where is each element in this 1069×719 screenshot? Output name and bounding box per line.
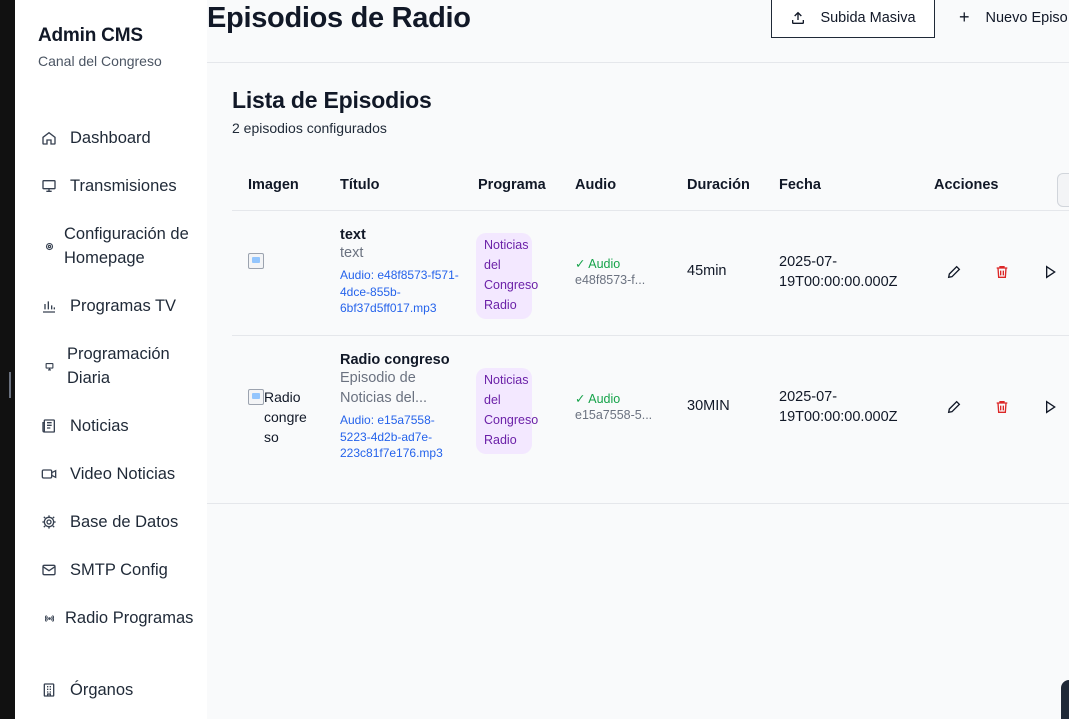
audio-status: ✓ Audio — [575, 392, 621, 406]
audio-filename: Audio: e15a7558-5223-4d2b-ad7e-223c81f7e… — [340, 413, 443, 460]
card-title: Lista de Episodios — [232, 87, 432, 113]
edit-button[interactable] — [945, 398, 963, 416]
delete-button[interactable] — [993, 398, 1011, 416]
building-icon — [40, 681, 58, 699]
broken-image-icon — [248, 389, 264, 405]
play-button[interactable] — [1041, 263, 1059, 281]
duration-cell: 45min — [687, 263, 727, 279]
broken-image-icon — [248, 253, 264, 269]
episode-title: text — [340, 227, 366, 243]
audio-filename: Audio: e48f8573-f571-4dce-855b-6bf37d5ff… — [340, 268, 459, 315]
pencil-icon — [947, 265, 961, 279]
window-edge — [0, 0, 15, 719]
column-header-fecha: Fecha — [779, 177, 821, 193]
episode-description: text — [340, 245, 364, 261]
bulk-upload-button[interactable]: Subida Masiva — [771, 0, 935, 38]
audio-status: ✓ Audio — [575, 257, 621, 271]
audio-cell: ✓ Audio e48f8573-f... — [575, 256, 645, 287]
episode-title: Radio congreso — [340, 352, 450, 368]
sidebar-item-label: Programación Diaria — [67, 345, 170, 387]
sidebar-item-label: Dashboard — [70, 129, 151, 147]
program-badge: Noticias del Congreso Radio — [476, 233, 538, 319]
column-header-titulo: Título — [340, 177, 380, 193]
delete-button[interactable] — [993, 263, 1011, 281]
audio-id: e48f8573-f... — [575, 273, 646, 287]
pencil-icon — [947, 400, 961, 414]
play-icon — [1046, 400, 1056, 414]
column-header-duracion: Duración — [687, 177, 750, 193]
trash-icon — [996, 266, 1008, 278]
brand-subtitle: Canal del Congreso — [38, 53, 162, 69]
episode-image: Radio congreso — [248, 387, 310, 447]
horizontal-scroll-handle[interactable] — [1057, 173, 1069, 207]
sidebar-item-programacion-diaria[interactable]: Programación Diaria — [40, 342, 205, 390]
sidebar-item-label: SMTP Config — [70, 561, 168, 579]
bulk-upload-label: Subida Masiva — [820, 10, 916, 26]
sidebar-item-homepage-config[interactable]: Configuración de Homepage — [40, 222, 205, 270]
main-content: Episodios de Radio Subida Masiva + Nuevo… — [207, 0, 1069, 719]
duration-cell: 30MIN — [687, 398, 730, 414]
date-cell: 2025-07-19T00:00:00.000Z — [779, 389, 898, 425]
sidebar-item-label: Noticias — [70, 417, 129, 435]
small-monitor-icon — [40, 357, 58, 375]
column-header-acciones: Acciones — [934, 177, 999, 193]
play-button[interactable] — [1041, 398, 1059, 416]
video-icon — [40, 465, 58, 483]
monitor-icon — [40, 177, 58, 195]
sidebar-item-label: Configuración de Homepage — [64, 225, 189, 267]
sidebar-item-label: Transmisiones — [70, 177, 177, 195]
episode-image — [248, 251, 264, 269]
play-icon — [1046, 265, 1056, 279]
sidebar-item-base-de-datos[interactable]: Base de Datos — [40, 510, 205, 534]
bar-chart-icon — [40, 297, 58, 315]
sidebar-item-transmisiones[interactable]: Transmisiones — [40, 174, 205, 198]
edit-button[interactable] — [945, 263, 963, 281]
brand-title: Admin CMS — [38, 25, 143, 46]
sidebar-item-noticias[interactable]: Noticias — [40, 414, 205, 438]
sidebar-item-video-noticias[interactable]: Video Noticias — [40, 462, 205, 486]
title-cell: text text Audio: e48f8573-f571-4dce-855b… — [340, 227, 460, 317]
sidebar-item-radio-programas[interactable]: Radio Programas — [40, 606, 205, 630]
sidebar-item-organos[interactable]: Órganos — [40, 678, 205, 702]
program-badge: Noticias del Congreso Radio — [476, 368, 538, 454]
date-cell: 2025-07-19T00:00:00.000Z — [779, 254, 898, 290]
floating-button[interactable] — [1061, 680, 1069, 719]
audio-id: e15a7558-5... — [575, 408, 653, 422]
sidebar-item-dashboard[interactable]: Dashboard — [40, 126, 205, 150]
column-header-programa: Programa — [478, 177, 546, 193]
episode-description: Episodio de Noticias del... — [340, 370, 428, 406]
home-icon — [40, 129, 58, 147]
new-episode-button[interactable]: + Nuevo Episo — [959, 5, 1068, 31]
new-episode-label: Nuevo Episo — [985, 10, 1068, 26]
divider — [232, 335, 1069, 336]
upload-icon — [792, 11, 805, 24]
sidebar: Admin CMS Canal del Congreso Dashboard T… — [15, 0, 207, 719]
sidebar-item-label: Órganos — [70, 681, 134, 699]
sidebar-item-label: Programas TV — [70, 297, 177, 315]
plus-icon: + — [959, 6, 970, 27]
sidebar-item-label: Base de Datos — [70, 513, 179, 531]
image-alt-text: Radio congreso — [264, 389, 307, 445]
brand: Admin CMS Canal del Congreso — [38, 25, 162, 69]
gear-icon — [40, 513, 58, 531]
episodes-card: Lista de Episodios 2 episodios configura… — [207, 62, 1069, 504]
column-header-imagen: Imagen — [248, 177, 299, 193]
resize-handle[interactable] — [9, 372, 11, 398]
divider — [232, 210, 1069, 211]
settings-dot-icon — [40, 237, 58, 255]
card-subtitle: 2 episodios configurados — [232, 120, 387, 136]
audio-cell: ✓ Audio e15a7558-5... — [575, 391, 652, 422]
column-header-audio: Audio — [575, 177, 617, 193]
radio-icon — [40, 609, 58, 627]
title-cell: Radio congreso Episodio de Noticias del.… — [340, 352, 460, 462]
sidebar-item-label: Radio Programas — [65, 609, 194, 627]
sidebar-item-programas-tv[interactable]: Programas TV — [40, 294, 205, 318]
trash-icon — [996, 401, 1008, 413]
mail-icon — [40, 561, 58, 579]
sidebar-item-smtp-config[interactable]: SMTP Config — [40, 558, 205, 582]
newspaper-icon — [40, 417, 58, 435]
sidebar-item-label: Video Noticias — [70, 465, 176, 483]
page-title: Episodios de Radio — [207, 2, 471, 34]
